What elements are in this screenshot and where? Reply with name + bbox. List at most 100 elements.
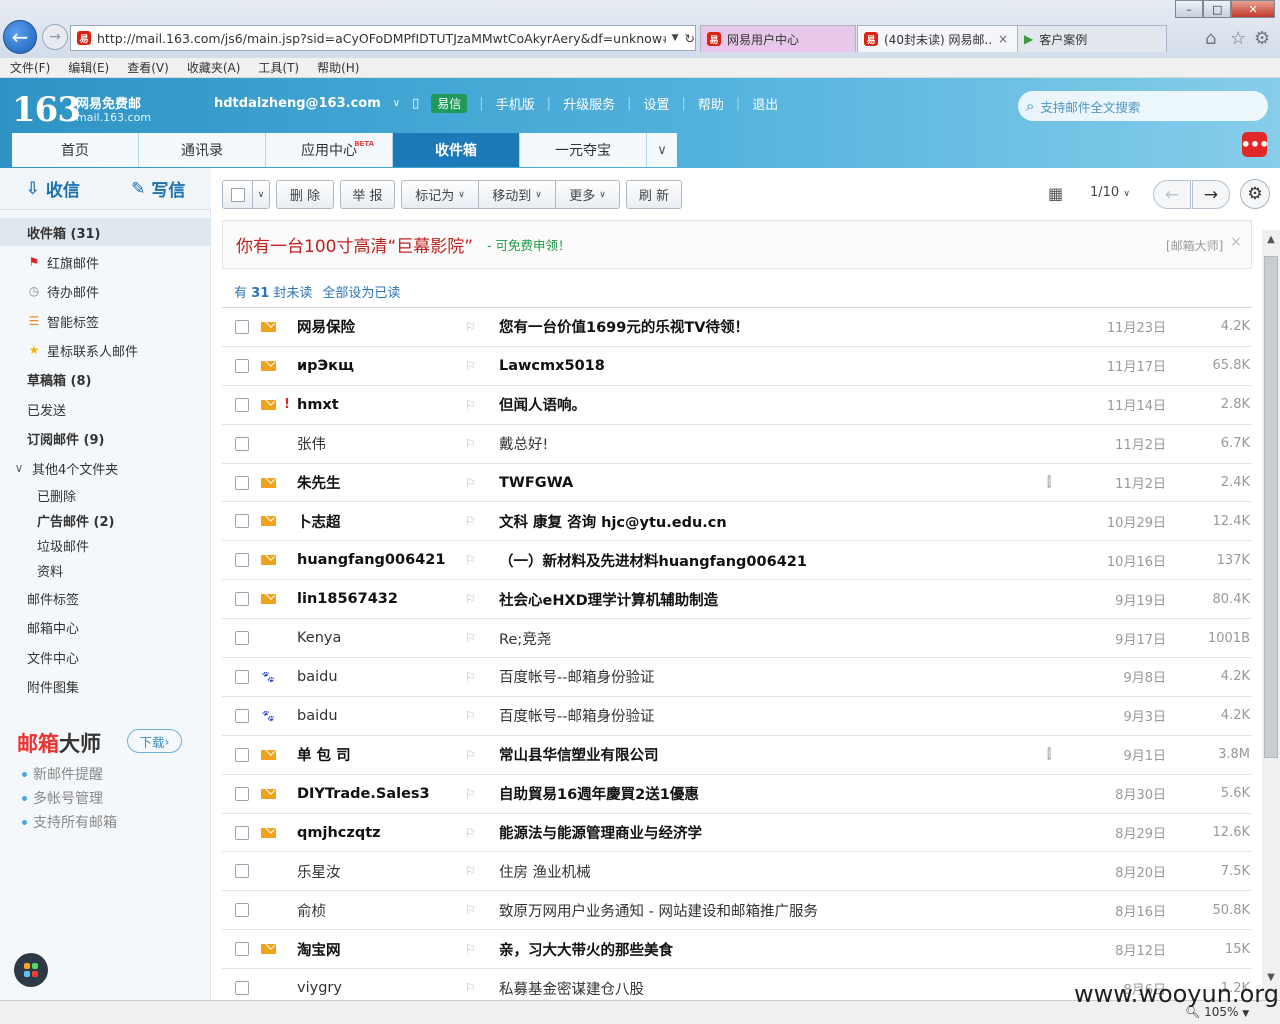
sidebar-folder-item[interactable]: 邮箱中心 <box>0 613 210 641</box>
email-sender[interactable]: qmjhczqtz <box>297 825 457 841</box>
email-checkbox[interactable] <box>235 708 249 723</box>
chevron-down-icon[interactable]: ∨ <box>253 181 269 208</box>
mobile-link[interactable]: 手机版 <box>496 94 535 113</box>
sidebar-folder-item[interactable]: ★ 星标联系人邮件 <box>0 336 210 364</box>
flag-icon[interactable]: ⚐ <box>465 398 476 412</box>
ad-banner[interactable]: 你有一台100寸高清“巨幕影院” - 可免费申领！ <box>222 220 1252 269</box>
email-checkbox[interactable] <box>235 475 249 490</box>
email-row[interactable]: Kenya ⚐ Re;竞尧 9月17日 1001B <box>222 619 1252 659</box>
select-all-dropdown[interactable]: ∨ <box>222 180 270 209</box>
menu-tools[interactable]: 工具(T) <box>258 59 299 76</box>
email-sender[interactable]: 朱先生 <box>297 472 457 493</box>
sidebar-folder-item[interactable]: 邮件标签 <box>0 584 210 612</box>
email-sender[interactable]: 淘宝网 <box>297 939 457 960</box>
email-row[interactable]: 淘宝网 ⚐ 亲，习大大带火的那些美食 8月12日 15K <box>222 930 1252 970</box>
email-subject[interactable]: 私募基金密谋建仓八股 <box>499 978 1059 999</box>
chevron-down-icon[interactable]: ∨ <box>393 98 400 109</box>
dropdown-icon[interactable]: ▼ <box>672 33 679 43</box>
email-checkbox[interactable] <box>235 669 249 684</box>
email-subject[interactable]: 常山县华信塑业有限公司 <box>499 744 1059 765</box>
email-row[interactable]: ! hmxt ⚐ 但闻人语响。 11月14日 2.8K <box>222 386 1252 425</box>
email-checkbox[interactable] <box>235 747 249 762</box>
sidebar-folder-item[interactable]: 资料 <box>0 556 210 584</box>
email-checkbox[interactable] <box>235 358 249 373</box>
receive-button[interactable]: ⇩ 收信 <box>0 176 106 202</box>
email-row[interactable]: 俞桢 ⚐ 致原万网用户业务通知 - 网站建设和邮箱推广服务 8月16日 50.8K <box>222 891 1252 931</box>
sidebar-folder-item[interactable]: 已发送 <box>0 395 210 423</box>
compose-button[interactable]: ✎ 写信 <box>106 176 212 202</box>
sidebar-folder-item[interactable]: 已删除 <box>0 481 210 509</box>
browser-tab-mail[interactable]: 易 (40封未读) 网易邮... × <box>857 25 1019 52</box>
email-sender[interactable]: 张伟 <box>297 433 457 454</box>
email-row[interactable]: 网易保险 ⚐ 您有一台价值1699元的乐视TV待领！ 11月23日 4.2K <box>222 308 1252 347</box>
flag-icon[interactable]: ⚐ <box>465 320 476 334</box>
flag-icon[interactable]: ⚐ <box>465 942 476 956</box>
flag-icon[interactable]: ⚐ <box>465 437 476 451</box>
account-name[interactable]: hdtdaizheng@163.com <box>214 96 381 111</box>
mail-search-input[interactable]: ⌕ 支持邮件全文搜索 <box>1018 91 1268 121</box>
move-to-button[interactable]: 移动到 ∨ <box>479 181 556 208</box>
flag-icon[interactable]: ⚐ <box>465 592 476 606</box>
email-sender[interactable]: baidu <box>297 708 457 724</box>
email-subject[interactable]: Re;竞尧 <box>499 628 1059 649</box>
more-button[interactable]: 更多 ∨ <box>556 181 619 208</box>
forward-button[interactable]: → <box>42 24 68 50</box>
close-icon[interactable]: × <box>1230 234 1242 250</box>
email-row[interactable]: 朱先生 ⚐ TWFGWA ⫿ 11月2日 2.4K <box>222 464 1252 503</box>
tab-app-center[interactable]: 应用中心 BETA <box>266 133 393 167</box>
email-subject[interactable]: 自助貿易16週年慶買2送1優惠 <box>499 783 1059 804</box>
email-row[interactable]: 张伟 ⚐ 戴总好! 11月2日 6.7K <box>222 425 1252 464</box>
flag-icon[interactable]: ⚐ <box>465 359 476 373</box>
ad-subtitle[interactable]: - 可免费申领！ <box>487 235 570 254</box>
sidebar-folder-item[interactable]: ∨ 其他4个文件夹 <box>0 454 210 482</box>
email-sender[interactable]: 卜志超 <box>297 511 457 532</box>
close-window-button[interactable]: ✕ <box>1231 0 1275 18</box>
email-row[interactable]: ирЭкщ ⚐ Lawcmx5018 11月17日 65.8K <box>222 347 1252 386</box>
refresh-icon[interactable]: ↻ <box>685 31 695 46</box>
email-row[interactable]: huangfang006421 ⚐ （一）新材料及先进材料huangfang0064… <box>222 541 1252 581</box>
tab-home[interactable]: 首页 <box>12 133 139 167</box>
select-all-checkbox[interactable] <box>223 181 253 208</box>
email-subject[interactable]: 文科 康复 咨询 hjc@ytu.edu.cn <box>499 511 1059 532</box>
menu-edit[interactable]: 编辑(E) <box>68 59 109 76</box>
email-row[interactable]: 乐星汝 ⚐ 住房 渔业机械 8月20日 7.5K <box>222 852 1252 892</box>
email-row[interactable]: 卜志超 ⚐ 文科 康复 咨询 hjc@ytu.edu.cn 10月29日 12.4K <box>222 502 1252 542</box>
email-row[interactable]: qmjhczqtz ⚐ 能源法与能源管理商业与经济学 8月29日 12.6K <box>222 814 1252 853</box>
email-subject[interactable]: Lawcmx5018 <box>499 358 1059 374</box>
email-subject[interactable]: 亲，习大大带火的那些美食 <box>499 939 1059 960</box>
sidebar-folder-item[interactable]: 垃圾邮件 <box>0 531 210 559</box>
email-checkbox[interactable] <box>235 319 249 334</box>
settings-link[interactable]: 设置 <box>643 94 669 113</box>
email-sender[interactable]: 乐星汝 <box>297 861 457 882</box>
logout-link[interactable]: 退出 <box>752 94 778 113</box>
maximize-button[interactable]: □ <box>1203 0 1232 18</box>
email-checkbox[interactable] <box>235 903 249 918</box>
email-subject[interactable]: TWFGWA <box>499 475 1059 491</box>
email-row[interactable]: DIYTrade.Sales3 ⚐ 自助貿易16週年慶買2送1優惠 8月30日 5.6K <box>222 775 1252 814</box>
email-sender[interactable]: ирЭкщ <box>297 358 457 374</box>
email-sender[interactable]: viygry <box>297 980 457 996</box>
tab-inbox[interactable]: 收件箱 <box>393 133 520 167</box>
tools-gear-icon[interactable]: ⚙ <box>1254 28 1270 49</box>
menu-help[interactable]: 帮助(H) <box>317 59 359 76</box>
back-button[interactable]: ← <box>3 20 37 54</box>
flag-icon[interactable]: ⚐ <box>465 787 476 801</box>
email-subject[interactable]: 能源法与能源管理商业与经济学 <box>499 822 1059 843</box>
menu-favorites[interactable]: 收藏夹(A) <box>187 59 241 76</box>
email-sender[interactable]: 网易保险 <box>297 316 457 337</box>
email-sender[interactable]: DIYTrade.Sales3 <box>297 786 457 802</box>
email-sender[interactable]: hmxt <box>297 397 457 413</box>
email-checkbox[interactable] <box>235 864 249 879</box>
sidebar-folder-item[interactable]: ☰ 智能标签 <box>0 307 210 335</box>
email-sender[interactable]: Kenya <box>297 630 457 646</box>
page-indicator[interactable]: 1/10 ∨ <box>1090 185 1130 200</box>
mark-all-read-link[interactable]: 全部设为已读 <box>322 282 400 301</box>
mark-as-button[interactable]: 标记为 ∨ <box>402 181 479 208</box>
email-checkbox[interactable] <box>235 825 249 840</box>
mail-master-brand[interactable]: 邮箱大师 <box>17 728 101 758</box>
download-button[interactable]: 下载 › <box>127 729 182 753</box>
prev-page-button[interactable]: ← <box>1153 180 1191 209</box>
browser-tab-cases[interactable]: ▶ 客户案例 <box>1017 25 1167 52</box>
sidebar-folder-item[interactable]: 文件中心 <box>0 643 210 671</box>
sidebar-folder-item[interactable]: ◷ 待办邮件 <box>0 277 210 305</box>
